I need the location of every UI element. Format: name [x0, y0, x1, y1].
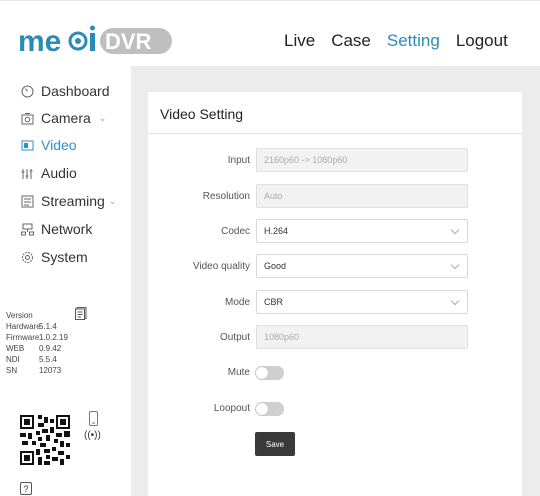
sidebar-item-audio[interactable]: Audio	[20, 162, 77, 184]
nav-live[interactable]: Live	[284, 31, 315, 51]
version-info: Version Hardware 5.1.4 Firmware 1.0.2.19 W…	[6, 310, 79, 376]
info-row: WEB 0.9.42	[6, 344, 62, 353]
sidebar: Dashboard Camera ⌄ Video Audio Streaming…	[0, 66, 131, 496]
toggle-knob	[256, 367, 268, 379]
chevron-down-icon	[450, 296, 460, 306]
sidebar-item-label: Camera	[41, 110, 91, 126]
nav-logout[interactable]: Logout	[456, 31, 508, 51]
divider	[148, 133, 522, 134]
info-row: SN 12073	[6, 366, 62, 375]
chevron-down-icon: ⌄	[108, 195, 117, 206]
sidebar-item-video[interactable]: Video	[20, 134, 77, 156]
video-icon	[20, 138, 34, 152]
codec-value: H.264	[264, 226, 289, 236]
chevron-down-icon	[450, 225, 460, 235]
save-button[interactable]: Save	[255, 432, 295, 456]
video-quality-value: Good	[264, 261, 287, 271]
sidebar-item-label: System	[41, 249, 88, 265]
input-field: 2160p60 -> 1080p60	[256, 148, 468, 172]
chevron-down-icon: ⌄	[98, 112, 107, 123]
codec-select[interactable]: H.264	[256, 219, 468, 243]
mode-label: Mode	[224, 297, 250, 308]
mode-select[interactable]: CBR	[256, 290, 468, 314]
logo-text-me: me	[18, 25, 61, 58]
main-nav: Live Case Setting Logout	[284, 31, 524, 51]
sidebar-item-streaming[interactable]: Streaming ⌄	[20, 190, 116, 212]
loopout-label: Loopout	[213, 403, 250, 414]
sidebar-item-network[interactable]: Network	[20, 218, 92, 240]
codec-label: Codec	[221, 226, 250, 237]
resolution-field: Auto	[256, 184, 468, 208]
streaming-icon	[20, 194, 34, 208]
output-field: 1080p60	[256, 325, 468, 349]
video-quality-select[interactable]: Good	[256, 254, 468, 278]
qr-code-icon	[20, 415, 70, 465]
video-setting-card: Video Setting Input 2160p60 -> 1080p60 R…	[148, 92, 522, 496]
audio-icon	[20, 166, 34, 180]
logo-text-dvr: DVR	[105, 29, 152, 54]
medidvr-logo[interactable]: me DVR	[18, 21, 178, 61]
info-row: Firmware 1.0.2.19	[6, 333, 68, 342]
mute-label: Mute	[227, 367, 250, 378]
sidebar-item-dashboard[interactable]: Dashboard	[20, 80, 110, 102]
sidebar-item-label: Streaming	[41, 193, 105, 209]
network-icon	[20, 222, 34, 236]
sidebar-item-system[interactable]: System	[20, 246, 88, 268]
nav-case[interactable]: Case	[331, 31, 371, 51]
sidebar-item-label: Dashboard	[41, 83, 110, 99]
loopout-toggle[interactable]	[255, 402, 284, 416]
video-quality-label: Video quality	[192, 261, 250, 272]
sidebar-item-label: Network	[41, 221, 93, 237]
wireless-signal-icon: ((•))	[84, 430, 101, 441]
gear-icon	[20, 250, 34, 264]
card-title: Video Setting	[160, 106, 244, 122]
dashboard-icon	[20, 84, 34, 98]
input-label: Input	[227, 155, 250, 166]
sidebar-item-label: Video	[41, 137, 77, 153]
toggle-knob	[256, 403, 268, 415]
sidebar-item-camera[interactable]: Camera ⌄	[20, 107, 106, 129]
camera-icon	[20, 111, 34, 125]
info-row: NDI 5.5.4	[6, 355, 57, 364]
sidebar-item-label: Audio	[41, 165, 77, 181]
output-label: Output	[219, 332, 250, 343]
mute-toggle[interactable]	[255, 366, 284, 380]
copy-icon[interactable]	[75, 307, 87, 320]
resolution-label: Resolution	[202, 191, 250, 202]
chevron-down-icon	[450, 260, 460, 270]
top-bar: me DVR Live Case Setting Logout	[0, 0, 540, 66]
help-icon[interactable]: ?	[20, 482, 32, 495]
mode-value: CBR	[264, 297, 284, 307]
nav-setting[interactable]: Setting	[387, 31, 440, 51]
info-row: Version	[6, 311, 33, 320]
phone-icon	[89, 411, 98, 426]
info-row: Hardware 5.1.4	[6, 322, 57, 331]
